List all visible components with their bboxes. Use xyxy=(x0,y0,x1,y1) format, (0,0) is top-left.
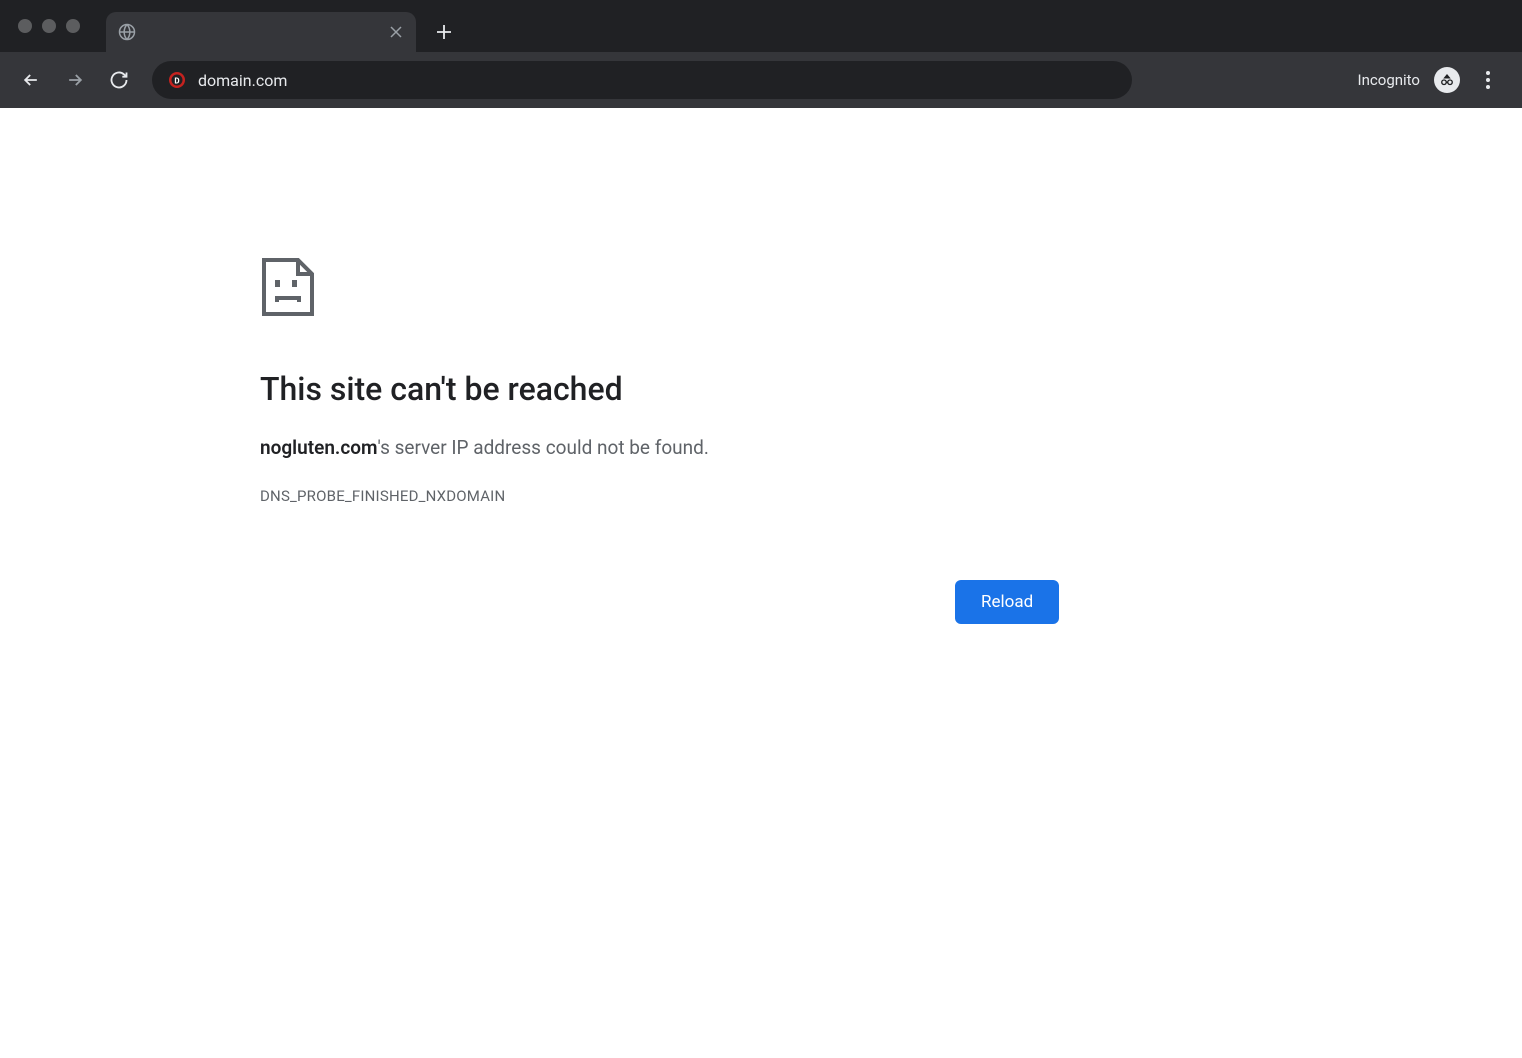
back-button[interactable] xyxy=(14,63,48,97)
error-code: DNS_PROBE_FINISHED_NXDOMAIN xyxy=(260,487,1060,505)
window-controls xyxy=(10,19,96,33)
new-tab-button[interactable] xyxy=(430,18,458,46)
window-minimize-button[interactable] xyxy=(42,19,56,33)
menu-button[interactable] xyxy=(1474,66,1502,94)
incognito-icon[interactable] xyxy=(1434,67,1460,93)
site-favicon-icon: D xyxy=(168,71,186,89)
reload-page-button[interactable]: Reload xyxy=(955,580,1059,624)
omnibox-url: domain.com xyxy=(198,71,287,90)
globe-icon xyxy=(118,23,136,41)
address-bar-row: D domain.com Incognito xyxy=(0,52,1522,108)
error-title: This site can't be reached xyxy=(260,370,1060,408)
close-icon[interactable] xyxy=(388,24,404,40)
browser-tab[interactable] xyxy=(106,12,416,52)
error-domain: nogluten.com xyxy=(260,436,378,459)
tab-strip xyxy=(0,0,1522,52)
reload-button[interactable] xyxy=(102,63,136,97)
error-suffix: 's server IP address could not be found. xyxy=(378,436,709,459)
window-maximize-button[interactable] xyxy=(66,19,80,33)
sad-page-icon xyxy=(260,256,1060,322)
omnibox[interactable]: D domain.com xyxy=(152,61,1132,99)
error-container: This site can't be reached nogluten.com'… xyxy=(260,256,1060,505)
forward-button[interactable] xyxy=(58,63,92,97)
browser-chrome: D domain.com Incognito xyxy=(0,0,1522,108)
window-close-button[interactable] xyxy=(18,19,32,33)
svg-text:D: D xyxy=(174,77,179,86)
incognito-label: Incognito xyxy=(1358,71,1420,89)
page-content: This site can't be reached nogluten.com'… xyxy=(0,108,1522,1058)
error-message: nogluten.com's server IP address could n… xyxy=(260,436,1060,459)
right-controls: Incognito xyxy=(1358,66,1508,94)
